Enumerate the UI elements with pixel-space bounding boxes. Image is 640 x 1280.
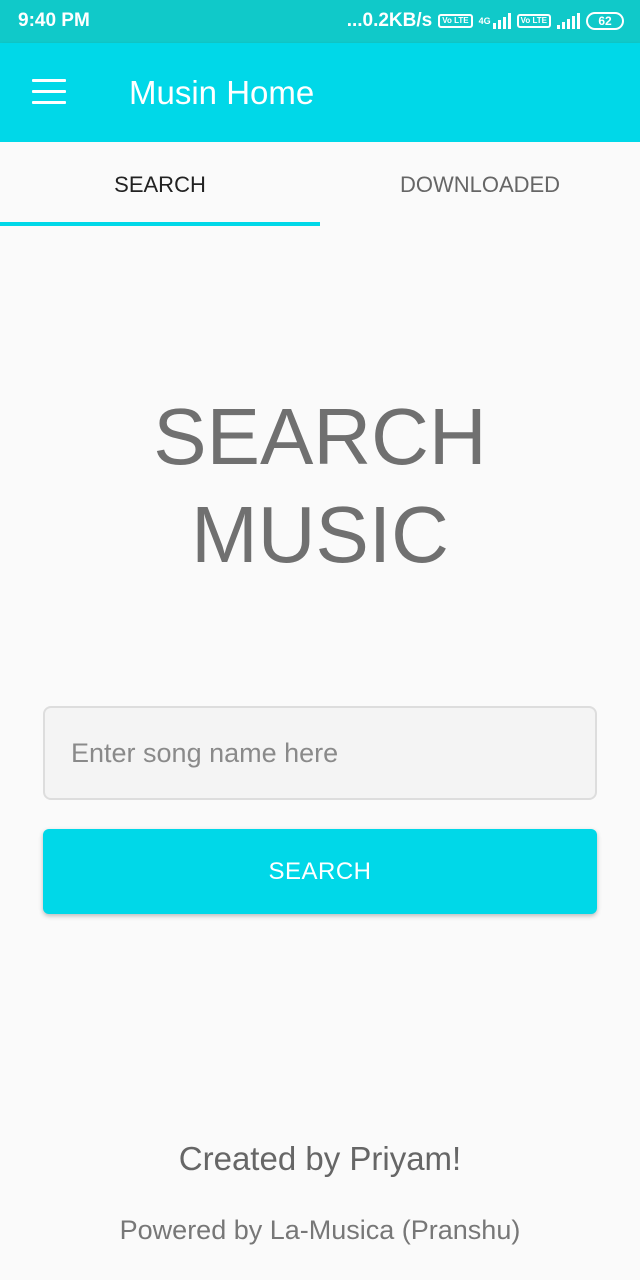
battery-icon: 62 (586, 12, 624, 30)
network-speed: ...0.2KB/s (346, 10, 433, 31)
volte-badge-icon: Vo LTE (438, 14, 473, 28)
signal-strength-icon (492, 13, 511, 29)
volte-badge-icon: Vo LTE (516, 14, 551, 28)
created-by-text: Created by Priyam! (178, 1140, 462, 1177)
status-time: 9:40 PM (18, 10, 90, 31)
tab-downloaded[interactable]: DOWNLOADED (320, 142, 640, 228)
heading-line-2: MUSIC (191, 490, 449, 579)
powered-by-text: Powered by La-Musica (Pranshu) (119, 1215, 521, 1245)
heading-line-1: SEARCH (153, 392, 487, 481)
search-button[interactable]: SEARCH (43, 829, 597, 914)
active-tab-indicator (0, 222, 320, 226)
tab-search[interactable]: SEARCH (0, 142, 320, 228)
search-music-heading: SEARCH MUSIC (0, 388, 640, 584)
status-indicators: ...0.2KB/s Vo LTE 4G Vo LTE 62 (347, 10, 624, 32)
tab-bar: SEARCH DOWNLOADED (0, 142, 640, 228)
app-bar: Musin Home (0, 43, 640, 142)
hamburger-menu-icon[interactable] (32, 79, 66, 105)
app-title: Musin Home (129, 74, 315, 111)
signal-strength-icon (557, 13, 580, 29)
status-bar: 9:40 PM ...0.2KB/s Vo LTE 4G Vo LTE 62 (0, 0, 640, 43)
song-search-input[interactable] (43, 706, 597, 800)
network-type-label: 4G (478, 16, 491, 26)
